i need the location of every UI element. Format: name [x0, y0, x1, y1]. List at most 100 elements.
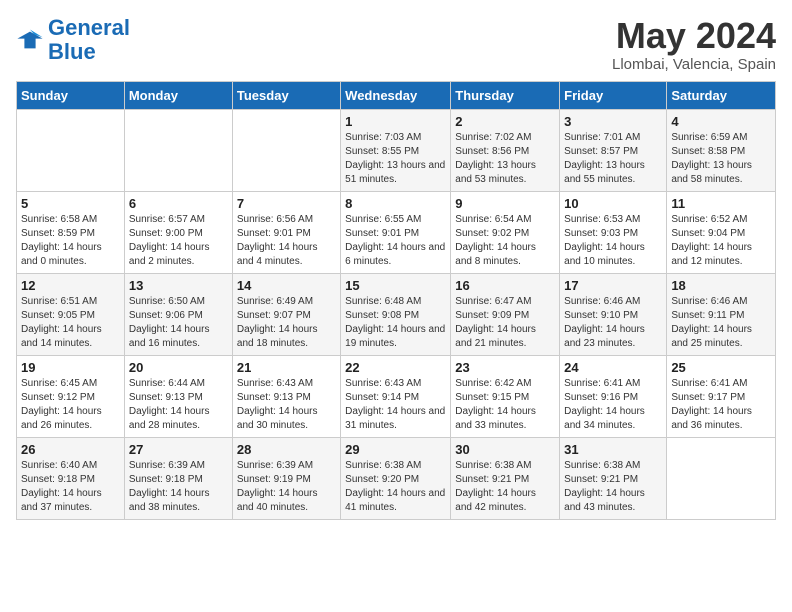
month-title: May 2024: [612, 16, 776, 56]
day-info: Sunrise: 6:45 AMSunset: 9:12 PMDaylight:…: [21, 377, 120, 433]
logo-general: General: [48, 15, 130, 40]
calendar-cell: 7Sunrise: 6:56 AMSunset: 9:01 PMDaylight…: [232, 191, 340, 273]
week-row-1: 1 Sunrise: 7:03 AMSunset: 8:55 PMDaylight…: [17, 109, 776, 191]
day-info: Sunrise: 6:50 AMSunset: 9:06 PMDaylight:…: [129, 295, 228, 351]
calendar-cell: 23 Sunrise: 6:42 AMSunset: 9:15 PMDayligh…: [451, 355, 560, 437]
day-number: 11: [671, 196, 771, 211]
day-info: Sunrise: 7:02 AMSunset: 8:56 PMDaylight:…: [455, 131, 555, 187]
logo: General Blue: [16, 16, 130, 64]
calendar-header-row: SundayMondayTuesdayWednesdayThursdayFrid…: [17, 81, 776, 109]
day-info: Sunrise: 6:51 AMSunset: 9:05 PMDaylight:…: [21, 295, 120, 351]
day-number: 2: [455, 114, 555, 129]
calendar-cell: 3Sunrise: 7:01 AMSunset: 8:57 PMDaylight…: [560, 109, 667, 191]
calendar-cell: 19 Sunrise: 6:45 AMSunset: 9:12 PMDayligh…: [17, 355, 125, 437]
calendar-cell: [17, 109, 125, 191]
calendar-cell: 28 Sunrise: 6:39 AMSunset: 9:19 PMDayligh…: [232, 437, 340, 519]
day-info: Sunrise: 6:38 AMSunset: 9:21 PMDaylight:…: [455, 459, 555, 515]
day-number: 18: [671, 278, 771, 293]
logo-icon: [16, 26, 44, 54]
calendar-cell: 4 Sunrise: 6:59 AMSunset: 8:58 PMDaylight…: [667, 109, 776, 191]
calendar-cell: 20 Sunrise: 6:44 AMSunset: 9:13 PMDayligh…: [124, 355, 232, 437]
calendar-cell: [667, 437, 776, 519]
day-info: Sunrise: 6:57 AMSunset: 9:00 PMDaylight:…: [129, 213, 228, 269]
day-number: 4: [671, 114, 771, 129]
calendar-cell: [232, 109, 340, 191]
calendar-cell: [124, 109, 232, 191]
day-of-week-tuesday: Tuesday: [232, 81, 340, 109]
calendar-cell: 25 Sunrise: 6:41 AMSunset: 9:17 PMDayligh…: [667, 355, 776, 437]
calendar-cell: 26 Sunrise: 6:40 AMSunset: 9:18 PMDayligh…: [17, 437, 125, 519]
day-number: 5: [21, 196, 120, 211]
day-number: 22: [345, 360, 446, 375]
calendar-cell: 14 Sunrise: 6:49 AMSunset: 9:07 PMDayligh…: [232, 273, 340, 355]
day-info: Sunrise: 6:41 AMSunset: 9:16 PMDaylight:…: [564, 377, 662, 433]
page-header: General Blue May 2024 Llombai, Valencia,…: [16, 16, 776, 73]
calendar-cell: 29 Sunrise: 6:38 AMSunset: 9:20 PMDayligh…: [341, 437, 451, 519]
day-info: Sunrise: 6:54 AMSunset: 9:02 PMDaylight:…: [455, 213, 555, 269]
day-number: 1: [345, 114, 446, 129]
day-of-week-monday: Monday: [124, 81, 232, 109]
day-info: Sunrise: 6:49 AMSunset: 9:07 PMDaylight:…: [237, 295, 336, 351]
calendar-cell: 8Sunrise: 6:55 AMSunset: 9:01 PMDaylight…: [341, 191, 451, 273]
calendar-cell: 9 Sunrise: 6:54 AMSunset: 9:02 PMDaylight…: [451, 191, 560, 273]
calendar-cell: 31 Sunrise: 6:38 AMSunset: 9:21 PMDayligh…: [560, 437, 667, 519]
day-number: 31: [564, 442, 662, 457]
location: Llombai, Valencia, Spain: [612, 56, 776, 73]
calendar-cell: 21 Sunrise: 6:43 AMSunset: 9:13 PMDayligh…: [232, 355, 340, 437]
calendar-cell: 24 Sunrise: 6:41 AMSunset: 9:16 PMDayligh…: [560, 355, 667, 437]
day-info: Sunrise: 6:46 AMSunset: 9:10 PMDaylight:…: [564, 295, 662, 351]
day-number: 10: [564, 196, 662, 211]
day-number: 29: [345, 442, 446, 457]
day-number: 25: [671, 360, 771, 375]
day-info: Sunrise: 6:38 AMSunset: 9:21 PMDaylight:…: [564, 459, 662, 515]
day-number: 13: [129, 278, 228, 293]
day-info: Sunrise: 6:56 AMSunset: 9:01 PMDaylight:…: [237, 213, 336, 269]
day-number: 12: [21, 278, 120, 293]
day-number: 26: [21, 442, 120, 457]
day-info: Sunrise: 7:01 AMSunset: 8:57 PMDaylight:…: [564, 131, 662, 187]
calendar-cell: 17 Sunrise: 6:46 AMSunset: 9:10 PMDayligh…: [560, 273, 667, 355]
week-row-5: 26 Sunrise: 6:40 AMSunset: 9:18 PMDayligh…: [17, 437, 776, 519]
day-number: 20: [129, 360, 228, 375]
calendar-cell: 22 Sunrise: 6:43 AMSunset: 9:14 PMDayligh…: [341, 355, 451, 437]
calendar-cell: 1 Sunrise: 7:03 AMSunset: 8:55 PMDaylight…: [341, 109, 451, 191]
day-info: Sunrise: 6:40 AMSunset: 9:18 PMDaylight:…: [21, 459, 120, 515]
day-number: 28: [237, 442, 336, 457]
day-info: Sunrise: 6:58 AMSunset: 8:59 PMDaylight:…: [21, 213, 120, 269]
day-info: Sunrise: 6:39 AMSunset: 9:18 PMDaylight:…: [129, 459, 228, 515]
day-info: Sunrise: 6:43 AMSunset: 9:13 PMDaylight:…: [237, 377, 336, 433]
day-number: 14: [237, 278, 336, 293]
day-of-week-thursday: Thursday: [451, 81, 560, 109]
calendar-cell: 13 Sunrise: 6:50 AMSunset: 9:06 PMDayligh…: [124, 273, 232, 355]
calendar-cell: 11 Sunrise: 6:52 AMSunset: 9:04 PMDayligh…: [667, 191, 776, 273]
calendar-cell: 10Sunrise: 6:53 AMSunset: 9:03 PMDayligh…: [560, 191, 667, 273]
day-number: 6: [129, 196, 228, 211]
day-info: Sunrise: 6:38 AMSunset: 9:20 PMDaylight:…: [345, 459, 446, 515]
day-info: Sunrise: 7:03 AMSunset: 8:55 PMDaylight:…: [345, 131, 446, 187]
day-number: 24: [564, 360, 662, 375]
day-info: Sunrise: 6:47 AMSunset: 9:09 PMDaylight:…: [455, 295, 555, 351]
day-info: Sunrise: 6:41 AMSunset: 9:17 PMDaylight:…: [671, 377, 771, 433]
day-of-week-sunday: Sunday: [17, 81, 125, 109]
calendar-cell: 2 Sunrise: 7:02 AMSunset: 8:56 PMDaylight…: [451, 109, 560, 191]
calendar-cell: 16 Sunrise: 6:47 AMSunset: 9:09 PMDayligh…: [451, 273, 560, 355]
day-info: Sunrise: 6:44 AMSunset: 9:13 PMDaylight:…: [129, 377, 228, 433]
day-of-week-friday: Friday: [560, 81, 667, 109]
day-number: 30: [455, 442, 555, 457]
day-info: Sunrise: 6:43 AMSunset: 9:14 PMDaylight:…: [345, 377, 446, 433]
day-number: 17: [564, 278, 662, 293]
day-number: 21: [237, 360, 336, 375]
day-number: 19: [21, 360, 120, 375]
day-info: Sunrise: 6:59 AMSunset: 8:58 PMDaylight:…: [671, 131, 771, 187]
week-row-4: 19 Sunrise: 6:45 AMSunset: 9:12 PMDayligh…: [17, 355, 776, 437]
calendar-cell: 12 Sunrise: 6:51 AMSunset: 9:05 PMDayligh…: [17, 273, 125, 355]
day-info: Sunrise: 6:42 AMSunset: 9:15 PMDaylight:…: [455, 377, 555, 433]
day-info: Sunrise: 6:39 AMSunset: 9:19 PMDaylight:…: [237, 459, 336, 515]
day-info: Sunrise: 6:52 AMSunset: 9:04 PMDaylight:…: [671, 213, 771, 269]
day-number: 23: [455, 360, 555, 375]
day-number: 16: [455, 278, 555, 293]
calendar-table: SundayMondayTuesdayWednesdayThursdayFrid…: [16, 81, 776, 520]
day-of-week-saturday: Saturday: [667, 81, 776, 109]
day-info: Sunrise: 6:48 AMSunset: 9:08 PMDaylight:…: [345, 295, 446, 351]
day-number: 9: [455, 196, 555, 211]
